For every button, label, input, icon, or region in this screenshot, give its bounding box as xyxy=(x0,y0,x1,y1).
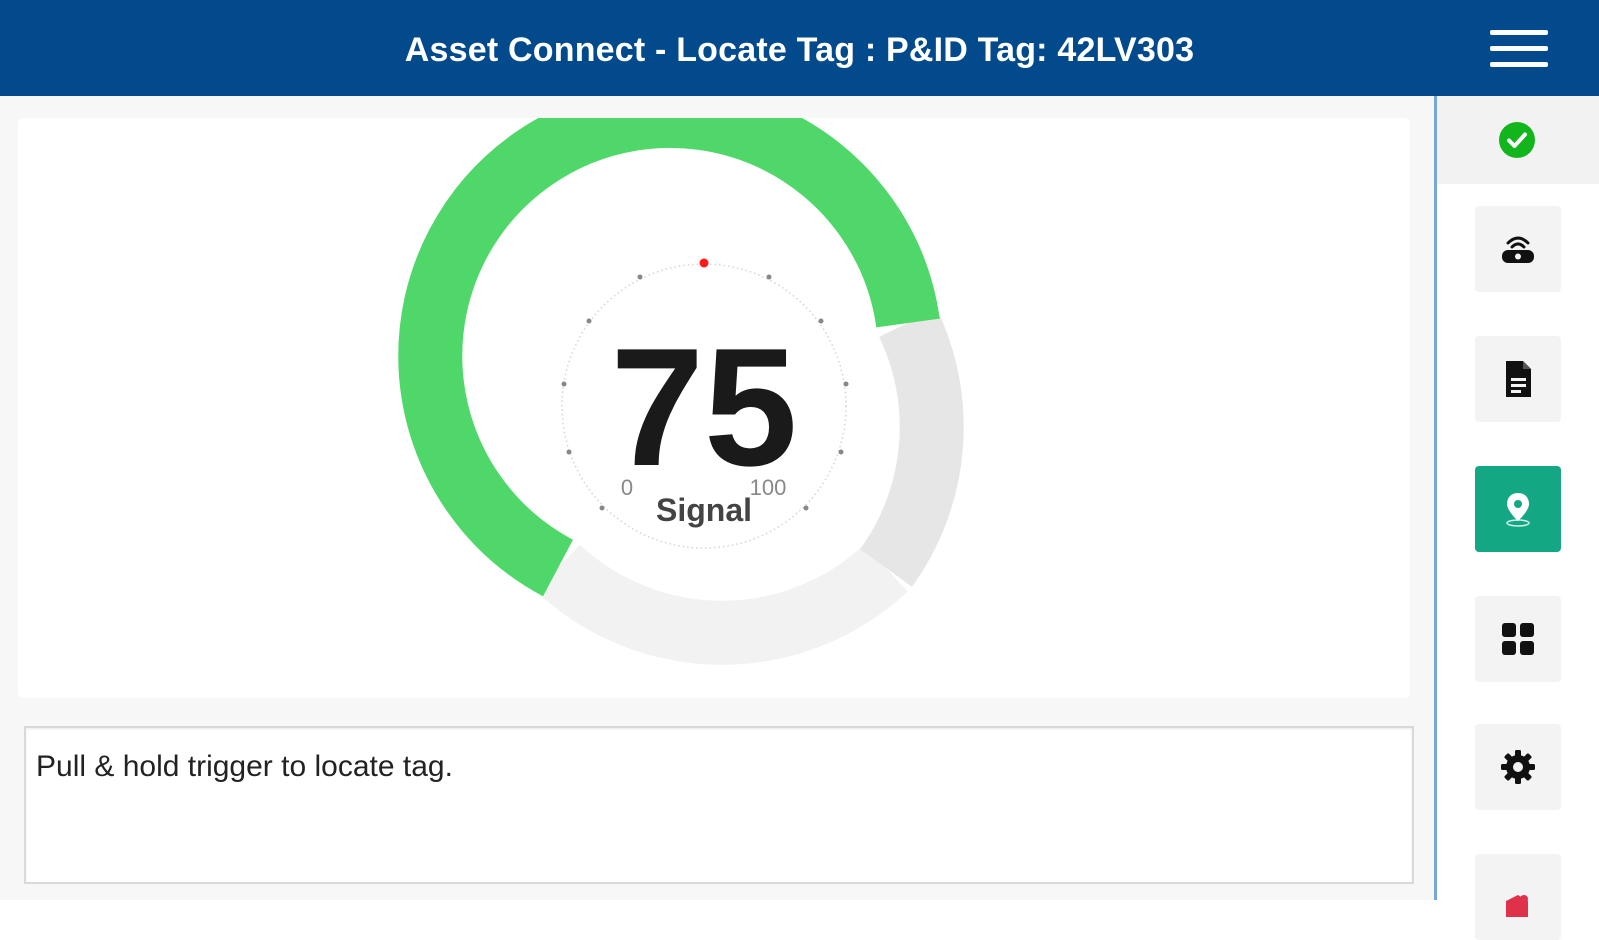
check-circle-icon xyxy=(1499,122,1535,158)
status-message: Pull & hold trigger to locate tag. xyxy=(36,750,453,783)
grid-icon xyxy=(1502,623,1534,655)
gauge-tick xyxy=(838,449,844,455)
extra-action-button[interactable] xyxy=(1475,854,1561,940)
partial-red-icon xyxy=(1506,895,1528,917)
page-title: Asset Connect - Locate Tag : P&ID Tag: 4… xyxy=(404,31,1195,69)
tag-reader-button[interactable] xyxy=(1475,206,1561,292)
menu-icon-bar xyxy=(1490,62,1548,67)
document-button[interactable] xyxy=(1475,336,1561,422)
signal-gauge: 75 0 100 Signal xyxy=(398,118,964,665)
hamburger-menu-button[interactable] xyxy=(1480,24,1548,72)
gauge-max-label: 100 xyxy=(750,475,787,500)
gauge-card: 75 0 100 Signal xyxy=(18,118,1410,698)
menu-icon-bar xyxy=(1490,46,1548,51)
locate-tag-button[interactable] xyxy=(1475,466,1561,552)
gauge-track-bottom xyxy=(536,544,908,665)
gauge-value: 75 xyxy=(611,313,798,501)
gauge-tick xyxy=(818,318,824,324)
gauge-caption: Signal xyxy=(656,492,752,528)
main-content: 75 0 100 Signal Pull & hold trigger to l… xyxy=(0,96,1434,900)
gauge-tick xyxy=(766,274,772,280)
grid-menu-button[interactable] xyxy=(1475,596,1561,682)
gauge-tick xyxy=(843,381,849,387)
gauge-track-right xyxy=(859,309,964,587)
location-pin-icon xyxy=(1506,493,1530,527)
gauge-tick xyxy=(599,505,605,511)
status-message-box: Pull & hold trigger to locate tag. xyxy=(24,726,1414,884)
gauge-min-label: 0 xyxy=(621,475,633,500)
app-header: Asset Connect - Locate Tag : P&ID Tag: 4… xyxy=(0,0,1599,96)
tag-reader-icon xyxy=(1502,236,1534,263)
gauge-tick xyxy=(561,381,567,387)
gauge-needle-dot xyxy=(699,258,709,268)
gauge-tick xyxy=(566,449,572,455)
gauge-tick xyxy=(803,505,809,511)
connection-status xyxy=(1437,96,1599,184)
gear-icon xyxy=(1501,750,1535,784)
menu-icon xyxy=(1490,30,1548,35)
document-icon xyxy=(1506,361,1531,397)
gauge-tick xyxy=(637,274,643,280)
settings-button[interactable] xyxy=(1475,724,1561,810)
right-sidebar xyxy=(1434,96,1599,940)
gauge-tick xyxy=(586,318,592,324)
